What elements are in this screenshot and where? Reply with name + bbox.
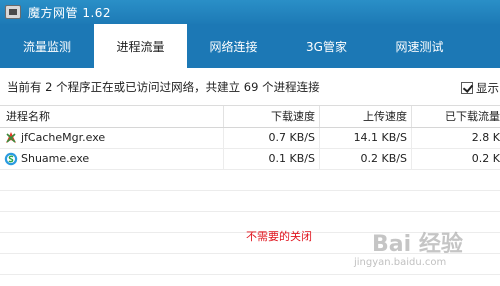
empty-row — [0, 191, 500, 212]
show-label: 显示 — [476, 81, 499, 95]
tab-process-traffic[interactable]: 进程流量 — [94, 24, 187, 68]
upload-speed: 14.1 KB/S — [319, 128, 411, 148]
show-toggle[interactable]: 显示 — [461, 80, 499, 96]
info-bar: 当前有 2 个程序正在或已访问过网络，共建立 69 个进程连接 显示 — [0, 68, 500, 106]
watermark-url: jingyan.baidu.com — [354, 257, 447, 268]
column-header-upload-speed[interactable]: 上传速度 — [319, 106, 411, 127]
downloaded-traffic: 2.8 K — [411, 128, 500, 148]
process-name: Shuame.exe — [21, 152, 90, 165]
tab-3g-manager[interactable]: 3G管家 — [280, 24, 373, 68]
upload-speed: 0.2 KB/S — [319, 149, 411, 169]
shuame-process-icon — [4, 152, 18, 166]
tab-traffic-monitor[interactable]: 流量监测 — [0, 24, 94, 68]
window-title: 魔方网管 1.62 — [28, 5, 112, 20]
app-icon — [5, 5, 21, 19]
jfcache-process-icon — [6, 132, 16, 143]
column-header-process-name[interactable]: 进程名称 — [0, 106, 223, 127]
table-row[interactable]: Shuame.exe 0.1 KB/S 0.2 KB/S 0.2 K — [0, 149, 500, 170]
column-header-download-speed[interactable]: 下载速度 — [223, 106, 319, 127]
process-name-cell: Shuame.exe — [0, 149, 223, 169]
watermark-logo: Bai 经验 — [372, 232, 463, 257]
download-speed: 0.7 KB/S — [223, 128, 319, 148]
table-row[interactable]: jfCacheMgr.exe 0.7 KB/S 14.1 KB/S 2.8 K — [0, 128, 500, 149]
empty-row — [0, 170, 500, 191]
downloaded-traffic: 0.2 K — [411, 149, 500, 169]
process-name-cell: jfCacheMgr.exe — [0, 128, 223, 148]
show-checkbox[interactable] — [461, 82, 473, 94]
title-bar: 魔方网管 1.62 — [0, 0, 500, 24]
table-header: 进程名称 下载速度 上传速度 已下载流量 — [0, 106, 500, 128]
annotation-note: 不需要的关闭 — [246, 230, 312, 243]
column-header-downloaded[interactable]: 已下载流量 — [411, 106, 500, 127]
connection-summary: 当前有 2 个程序正在或已访问过网络，共建立 69 个进程连接 — [7, 79, 320, 94]
tab-network-connections[interactable]: 网络连接 — [187, 24, 280, 68]
tab-speed-test[interactable]: 网速测试 — [373, 24, 466, 68]
process-name: jfCacheMgr.exe — [21, 131, 106, 144]
tab-bar: 流量监测 进程流量 网络连接 3G管家 网速测试 — [0, 24, 500, 68]
download-speed: 0.1 KB/S — [223, 149, 319, 169]
